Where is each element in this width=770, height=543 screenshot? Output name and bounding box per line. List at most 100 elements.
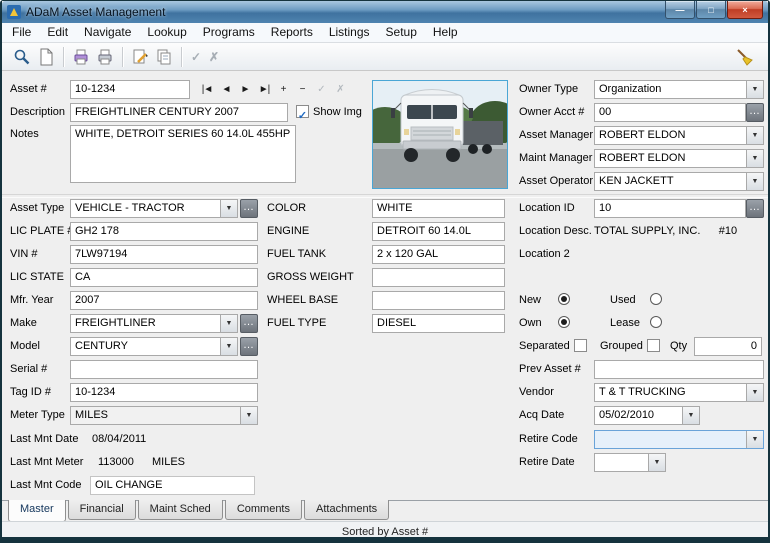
tab-financial[interactable]: Financial xyxy=(67,500,136,520)
next-record-button[interactable]: ► xyxy=(236,80,254,99)
retire-code-combo[interactable] xyxy=(594,430,764,449)
last-mnt-code-field[interactable]: OIL CHANGE xyxy=(90,476,255,495)
tab-maint-sched[interactable]: Maint Sched xyxy=(137,500,223,520)
condition-used-radio[interactable] xyxy=(650,293,662,305)
color-field[interactable]: WHITE xyxy=(372,199,505,218)
chevron-down-icon[interactable] xyxy=(746,384,763,401)
asset-type-combo[interactable]: VEHICLE - TRACTOR xyxy=(70,199,238,218)
close-button[interactable]: × xyxy=(727,1,763,19)
tab-master[interactable]: Master xyxy=(8,500,66,522)
menu-item-programs[interactable]: Programs xyxy=(195,23,263,42)
grouped-checkbox[interactable] xyxy=(647,339,660,352)
fuel-tank-label: FUEL TANK xyxy=(267,248,327,260)
owner-acct-lookup-button[interactable] xyxy=(746,103,764,122)
copy-record-button[interactable] xyxy=(152,45,176,69)
print-preview-button[interactable] xyxy=(69,45,93,69)
chevron-down-icon[interactable] xyxy=(682,407,699,424)
asset-number-field[interactable]: 10-1234 xyxy=(70,80,190,99)
model-combo[interactable]: CENTURY xyxy=(70,337,238,356)
chevron-down-icon[interactable] xyxy=(220,338,237,355)
model-lookup-button[interactable] xyxy=(240,337,258,356)
chevron-down-icon[interactable] xyxy=(746,431,763,448)
chevron-down-icon[interactable] xyxy=(220,200,237,217)
location-id-field[interactable]: 10 xyxy=(594,199,746,218)
make-combo[interactable]: FREIGHTLINER xyxy=(70,314,238,333)
chevron-down-icon[interactable] xyxy=(220,315,237,332)
chevron-down-icon[interactable] xyxy=(240,407,257,424)
asset-manager-combo[interactable]: ROBERT ELDON xyxy=(594,126,764,145)
vin-field[interactable]: 7LW97194 xyxy=(70,245,258,264)
separated-checkbox[interactable] xyxy=(574,339,587,352)
prev-record-button[interactable]: ◄ xyxy=(217,80,235,99)
print-button[interactable] xyxy=(93,45,117,69)
insert-record-button[interactable]: + xyxy=(274,80,292,99)
cancel-edit-nav-button[interactable]: ✗ xyxy=(331,80,349,99)
ownership-lease-radio[interactable] xyxy=(650,316,662,328)
vendor-combo[interactable]: T & T TRUCKING xyxy=(594,383,764,402)
minimize-button[interactable]: — xyxy=(665,1,695,19)
new-document-button[interactable] xyxy=(34,45,58,69)
clear-form-button[interactable] xyxy=(732,45,756,69)
qty-field[interactable]: 0 xyxy=(694,337,762,356)
asset-operator-combo[interactable]: KEN JACKETT xyxy=(594,172,764,191)
chevron-down-icon[interactable] xyxy=(746,150,763,167)
prev-asset-field[interactable] xyxy=(594,360,764,379)
wheel-base-field[interactable] xyxy=(372,291,505,310)
serial-field[interactable] xyxy=(70,360,258,379)
menu-item-edit[interactable]: Edit xyxy=(39,23,76,42)
window-controls: — □ × xyxy=(665,1,763,19)
search-button[interactable] xyxy=(10,45,34,69)
menu-item-file[interactable]: File xyxy=(4,23,39,42)
chevron-down-icon[interactable] xyxy=(648,454,665,471)
owner-type-combo[interactable]: Organization xyxy=(594,80,764,99)
tab-comments[interactable]: Comments xyxy=(224,500,302,520)
menu-item-lookup[interactable]: Lookup xyxy=(139,23,194,42)
last-record-button[interactable]: ►| xyxy=(255,80,273,99)
acq-date-picker[interactable]: 05/02/2010 xyxy=(594,406,700,425)
lic-state-field[interactable]: CA xyxy=(70,268,258,287)
post-edit-nav-button[interactable]: ✓ xyxy=(312,80,330,99)
fuel-tank-field[interactable]: 2 x 120 GAL xyxy=(372,245,505,264)
asset-type-lookup-button[interactable] xyxy=(240,199,258,218)
menu-item-navigate[interactable]: Navigate xyxy=(76,23,139,42)
notes-field[interactable]: WHITE, DETROIT SERIES 60 14.0L 455HP xyxy=(70,125,296,183)
gross-weight-field[interactable] xyxy=(372,268,505,287)
description-field[interactable]: FREIGHTLINER CENTURY 2007 xyxy=(70,103,288,122)
menu-item-reports[interactable]: Reports xyxy=(263,23,321,42)
first-record-button[interactable]: |◄ xyxy=(198,80,216,99)
menu-item-setup[interactable]: Setup xyxy=(378,23,425,42)
tag-id-label: Tag ID # xyxy=(10,386,51,398)
title-bar[interactable]: ADaM Asset Management — □ × xyxy=(2,1,768,23)
fuel-type-field[interactable]: DIESEL xyxy=(372,314,505,333)
location2-label: Location 2 xyxy=(519,248,570,260)
chevron-down-icon[interactable] xyxy=(746,173,763,190)
tab-attachments[interactable]: Attachments xyxy=(304,500,390,520)
location-lookup-button[interactable] xyxy=(746,199,764,218)
chevron-down-icon[interactable] xyxy=(746,81,763,98)
retire-date-picker[interactable] xyxy=(594,453,666,472)
maximize-button[interactable]: □ xyxy=(696,1,726,19)
make-lookup-button[interactable] xyxy=(240,314,258,333)
condition-new-radio[interactable] xyxy=(558,293,570,305)
meter-type-combo[interactable]: MILES xyxy=(70,406,258,425)
last-mnt-meter-unit: MILES xyxy=(152,456,186,468)
show-img-checkbox[interactable] xyxy=(296,105,309,118)
asset-photo[interactable] xyxy=(361,80,521,189)
tag-id-field[interactable]: 10-1234 xyxy=(70,383,258,402)
show-img-label: Show Img xyxy=(313,106,362,118)
menu-item-listings[interactable]: Listings xyxy=(321,23,378,42)
mfr-year-field[interactable]: 2007 xyxy=(70,291,258,310)
chevron-down-icon[interactable] xyxy=(746,127,763,144)
ownership-own-radio[interactable] xyxy=(558,316,570,328)
engine-field[interactable]: DETROIT 60 14.0L xyxy=(372,222,505,241)
owner-acct-field[interactable]: 00 xyxy=(594,103,746,122)
toolbar-separator xyxy=(122,46,123,67)
menu-item-help[interactable]: Help xyxy=(425,23,466,42)
delete-record-button[interactable]: − xyxy=(293,80,311,99)
lic-plate-field[interactable]: GH2 178 xyxy=(70,222,258,241)
post-edit-button[interactable]: ✓ xyxy=(187,46,205,68)
maint-manager-combo[interactable]: ROBERT ELDON xyxy=(594,149,764,168)
edit-record-button[interactable] xyxy=(128,45,152,69)
cancel-edit-button[interactable]: ✗ xyxy=(205,46,223,68)
retire-date-label: Retire Date xyxy=(519,456,575,468)
